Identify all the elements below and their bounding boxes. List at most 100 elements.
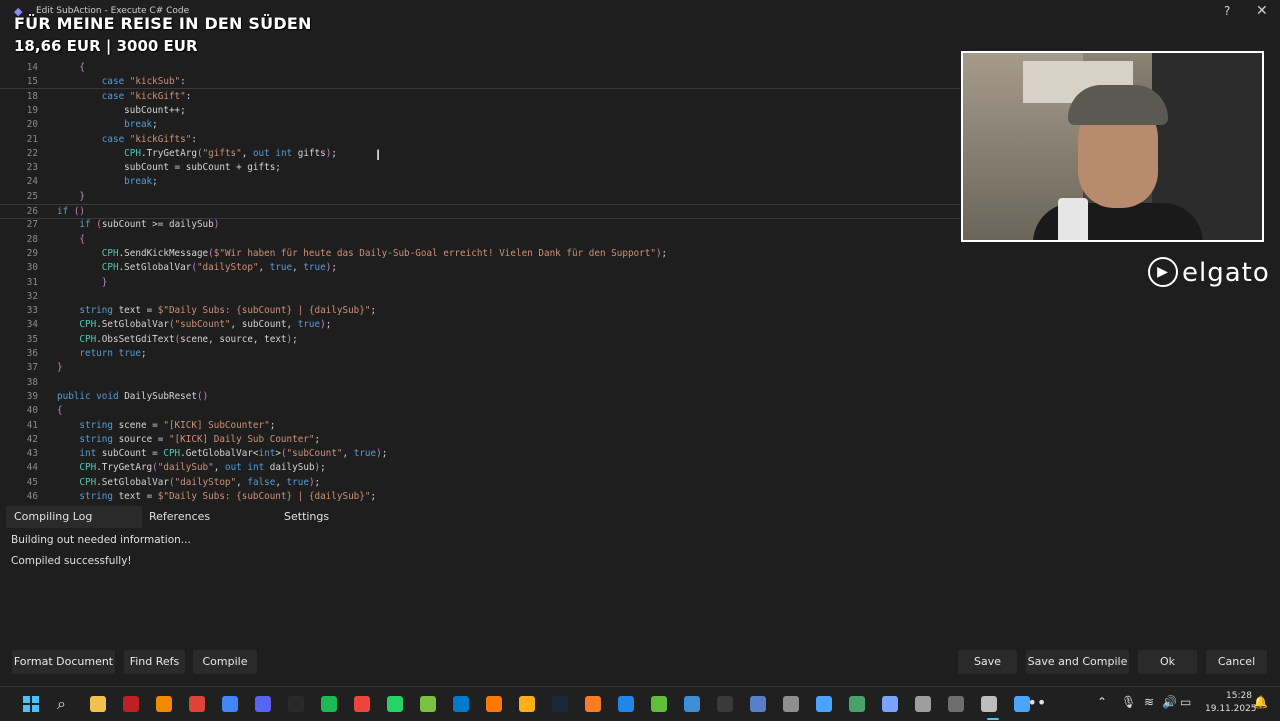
close-button[interactable]: ✕ [1256, 3, 1268, 19]
notification-icon[interactable]: 🔔 [1253, 695, 1268, 709]
code-line[interactable]: 44 CPH.TryGetArg("dailySub", out int dai… [0, 461, 960, 475]
code-text[interactable]: return true; [57, 347, 146, 361]
app-blue-icon[interactable] [618, 696, 634, 712]
streamerbot-icon[interactable] [816, 696, 832, 712]
code-line[interactable]: 32 [0, 290, 960, 304]
code-line[interactable]: 46 string text = $"Daily Subs: {subCount… [0, 490, 960, 502]
battery-icon[interactable]: ▭ [1180, 695, 1191, 709]
code-text[interactable]: CPH.SendKickMessage($"Wir haben für heut… [57, 247, 667, 261]
code-text[interactable]: case "kickGifts": [57, 133, 197, 147]
clock-date[interactable]: 19.11.2025 [1205, 704, 1257, 714]
epic-games-icon[interactable] [288, 696, 304, 712]
tool-icon[interactable] [750, 696, 766, 712]
notepad-plus-icon[interactable] [420, 696, 436, 712]
code-text[interactable]: CPH.SetGlobalVar("subCount", subCount, t… [57, 318, 331, 332]
search-icon[interactable]: ⌕ [57, 694, 66, 714]
code-text[interactable]: { [57, 61, 85, 75]
code-text[interactable]: } [57, 276, 108, 290]
wifi-icon[interactable]: ≋ [1144, 695, 1154, 709]
code-line[interactable]: 38 [0, 376, 960, 390]
vscode-icon[interactable] [453, 696, 469, 712]
find-refs-button[interactable]: Find Refs [124, 650, 185, 674]
arrow-app-icon[interactable] [981, 696, 997, 712]
code-line[interactable]: 25 } [0, 190, 960, 204]
code-text[interactable]: subCount = subCount + gifts; [57, 161, 281, 175]
xampp-icon[interactable] [585, 696, 601, 712]
code-line[interactable]: 15 case "kickSub": [0, 75, 960, 89]
code-text[interactable]: CPH.TryGetArg("gifts", out int gifts); [57, 147, 337, 161]
code-text[interactable]: subCount++; [57, 104, 186, 118]
save-button[interactable]: Save [958, 650, 1017, 674]
code-editor[interactable]: 14 {15 case "kickSub": 18 case "kickGift"… [0, 60, 960, 502]
chrome-alt-icon[interactable] [783, 696, 799, 712]
file-explorer-icon[interactable] [90, 696, 106, 712]
code-text[interactable]: string text = $"Daily Subs: {subCount} |… [57, 490, 376, 502]
code-text[interactable]: CPH.SetGlobalVar("dailyStop", true, true… [57, 261, 337, 275]
code-line[interactable]: 20 break; [0, 118, 960, 132]
code-text[interactable]: string scene = "[KICK] SubCounter"; [57, 419, 275, 433]
vlc-icon[interactable] [156, 696, 172, 712]
code-text[interactable]: public void DailySubReset() [57, 390, 208, 404]
code-line[interactable]: 33 string text = $"Daily Subs: {subCount… [0, 304, 960, 318]
code-line[interactable]: 24 break; [0, 175, 960, 189]
green-tool-icon[interactable] [849, 696, 865, 712]
code-line[interactable]: 23 subCount = subCount + gifts; [0, 161, 960, 175]
cube-icon[interactable] [651, 696, 667, 712]
code-line[interactable]: 29 CPH.SendKickMessage($"Wir haben für h… [0, 247, 960, 261]
code-line[interactable]: 31 } [0, 276, 960, 290]
terminal-icon[interactable] [948, 696, 964, 712]
code-text[interactable]: break; [57, 118, 158, 132]
anydesk-icon[interactable] [354, 696, 370, 712]
settings-icon[interactable] [915, 696, 931, 712]
chrome-profile-icon[interactable] [222, 696, 238, 712]
code-line[interactable]: 21 case "kickGifts": [0, 133, 960, 147]
streamerbot-active-icon[interactable] [1014, 696, 1030, 712]
dark-app-icon[interactable] [717, 696, 733, 712]
tab-references[interactable]: References [149, 506, 269, 528]
save-and-compile-button[interactable]: Save and Compile [1026, 650, 1129, 674]
code-line[interactable]: 37} [0, 361, 960, 375]
code-text[interactable]: string source = "[KICK] Daily Sub Counte… [57, 433, 320, 447]
help-button[interactable]: ? [1224, 4, 1230, 18]
audio-app-icon[interactable] [882, 696, 898, 712]
code-line[interactable]: 27 if (subCount >= dailySub) [0, 218, 960, 232]
code-text[interactable]: break; [57, 175, 158, 189]
tab-compiling-log[interactable]: Compiling Log [6, 506, 142, 528]
spotify-icon[interactable] [321, 696, 337, 712]
volume-icon[interactable]: 🔊 [1162, 695, 1177, 709]
filezilla-icon[interactable] [123, 696, 139, 712]
code-line[interactable]: 40 { [0, 404, 960, 418]
blue-orb-icon[interactable] [684, 696, 700, 712]
format-document-button[interactable]: Format Document [12, 650, 115, 674]
code-text[interactable]: CPH.ObsSetGdiText(scene, source, text); [57, 333, 297, 347]
code-line[interactable]: 45 CPH.SetGlobalVar("dailyStop", false, … [0, 476, 960, 490]
code-line[interactable]: 35 CPH.ObsSetGdiText(scene, source, text… [0, 333, 960, 347]
code-text[interactable]: } [57, 361, 63, 375]
microphone-icon[interactable]: 🎙 [1121, 695, 1136, 709]
code-line[interactable]: 14 { [0, 61, 960, 75]
code-line[interactable]: 26 if () [0, 204, 960, 219]
ok-button[interactable]: Ok [1138, 650, 1197, 674]
whatsapp-icon[interactable] [387, 696, 403, 712]
steam-icon[interactable] [552, 696, 568, 712]
code-text[interactable]: string text = $"Daily Subs: {subCount} |… [57, 304, 376, 318]
windows-start-icon[interactable] [23, 696, 39, 712]
chevron-up-icon[interactable]: ⌃ [1097, 695, 1107, 709]
tab-settings[interactable]: Settings [284, 506, 384, 528]
code-text[interactable]: if () [57, 205, 85, 219]
chrome-icon[interactable] [189, 696, 205, 712]
discord-icon[interactable] [255, 696, 271, 712]
avast-icon[interactable] [486, 696, 502, 712]
code-line[interactable]: 18 case "kickGift": [0, 90, 960, 104]
code-text[interactable]: if (subCount >= dailySub) [57, 218, 219, 232]
code-line[interactable]: 43 int subCount = CPH.GetGlobalVar<int>(… [0, 447, 960, 461]
code-line[interactable]: 39 public void DailySubReset() [0, 390, 960, 404]
compile-button[interactable]: Compile [193, 650, 257, 674]
code-text[interactable]: CPH.SetGlobalVar("dailyStop", false, tru… [57, 476, 320, 490]
code-text[interactable]: case "kickSub": [57, 75, 186, 89]
code-text[interactable]: { [57, 233, 85, 247]
code-text[interactable]: } [57, 190, 85, 204]
code-text[interactable]: case "kickGift": [57, 90, 192, 104]
code-line[interactable]: 36 return true; [0, 347, 960, 361]
code-line[interactable]: 34 CPH.SetGlobalVar("subCount", subCount… [0, 318, 960, 332]
